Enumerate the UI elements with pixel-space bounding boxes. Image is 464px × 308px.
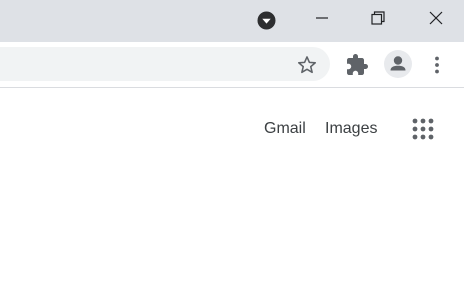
minimize-button[interactable] bbox=[297, 0, 347, 36]
address-bar[interactable] bbox=[0, 47, 330, 81]
profile-button[interactable] bbox=[384, 50, 412, 78]
restore-button[interactable] bbox=[353, 0, 403, 36]
tab-search-icon[interactable] bbox=[257, 11, 276, 30]
close-button[interactable] bbox=[411, 0, 461, 36]
star-icon[interactable] bbox=[296, 54, 318, 76]
title-bar bbox=[0, 0, 464, 42]
browser-toolbar bbox=[0, 42, 464, 88]
gmail-link[interactable]: Gmail bbox=[264, 119, 306, 139]
person-icon bbox=[390, 56, 406, 71]
images-link[interactable]: Images bbox=[325, 119, 377, 139]
apps-grid-icon[interactable] bbox=[410, 116, 436, 142]
puzzle-icon[interactable] bbox=[345, 53, 369, 77]
minimize-icon bbox=[316, 17, 328, 19]
more-vert-icon[interactable] bbox=[426, 53, 448, 77]
restore-icon bbox=[371, 11, 385, 25]
close-icon bbox=[429, 11, 443, 25]
